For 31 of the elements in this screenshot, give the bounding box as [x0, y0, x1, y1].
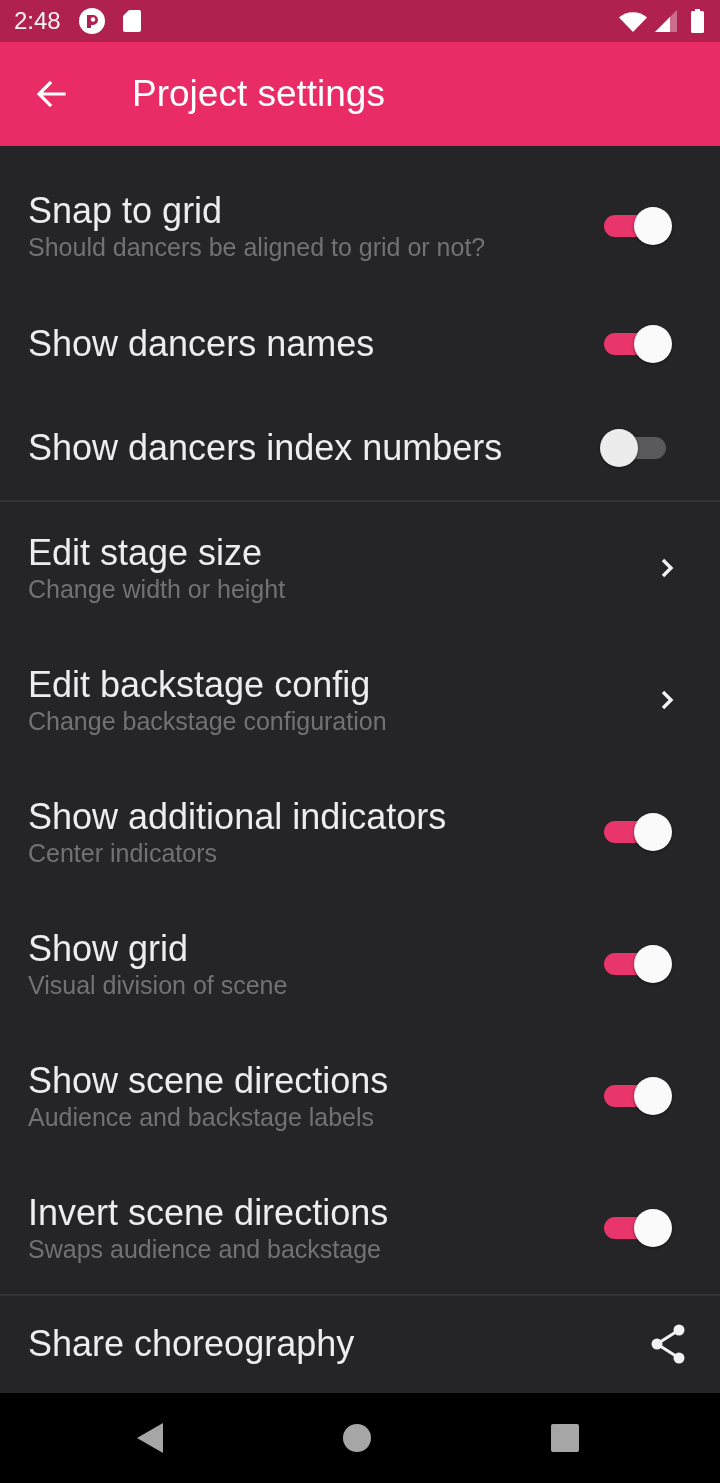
setting-summary: Swaps audience and backstage [28, 1233, 383, 1265]
setting-title: Edit stage size [28, 531, 264, 574]
setting-title: Invert scene directions [28, 1191, 389, 1234]
setting-summary: Visual division of scene [28, 969, 288, 1001]
screen-title: Project settings [132, 73, 385, 115]
setting-title: Show scene directions [28, 1059, 389, 1102]
setting-title: Show additional indicators [28, 795, 447, 838]
setting-title: Show dancers names [28, 323, 375, 365]
back-icon[interactable] [137, 1423, 163, 1453]
home-icon[interactable] [343, 1424, 371, 1452]
setting-summary: Audience and backstage labels [28, 1101, 376, 1133]
sd-card-icon [122, 10, 141, 32]
chevron-right-icon[interactable] [660, 689, 674, 711]
setting-title: Snap to grid [28, 189, 224, 232]
back-button[interactable] [36, 81, 66, 107]
share-icon[interactable] [650, 1324, 686, 1364]
setting-summary: Change backstage configuration [28, 705, 387, 737]
status-time: 2:48 [14, 7, 61, 35]
setting-summary: Should dancers be aligned to grid or not? [28, 231, 486, 263]
setting-title: Show grid [28, 927, 190, 970]
setting-title: Show dancers index numbers [28, 427, 503, 469]
setting-summary: Change width or height [28, 573, 286, 605]
chevron-right-icon[interactable] [660, 557, 674, 579]
round-logo-icon [78, 8, 105, 34]
setting-summary: Center indicators [28, 837, 218, 869]
signal-icon [655, 10, 677, 32]
wifi-icon [619, 10, 647, 32]
back-arrow-icon [36, 81, 66, 107]
setting-title: Edit backstage config [28, 663, 372, 706]
battery-icon [691, 9, 704, 33]
setting-title: Share choreography [28, 1323, 355, 1365]
